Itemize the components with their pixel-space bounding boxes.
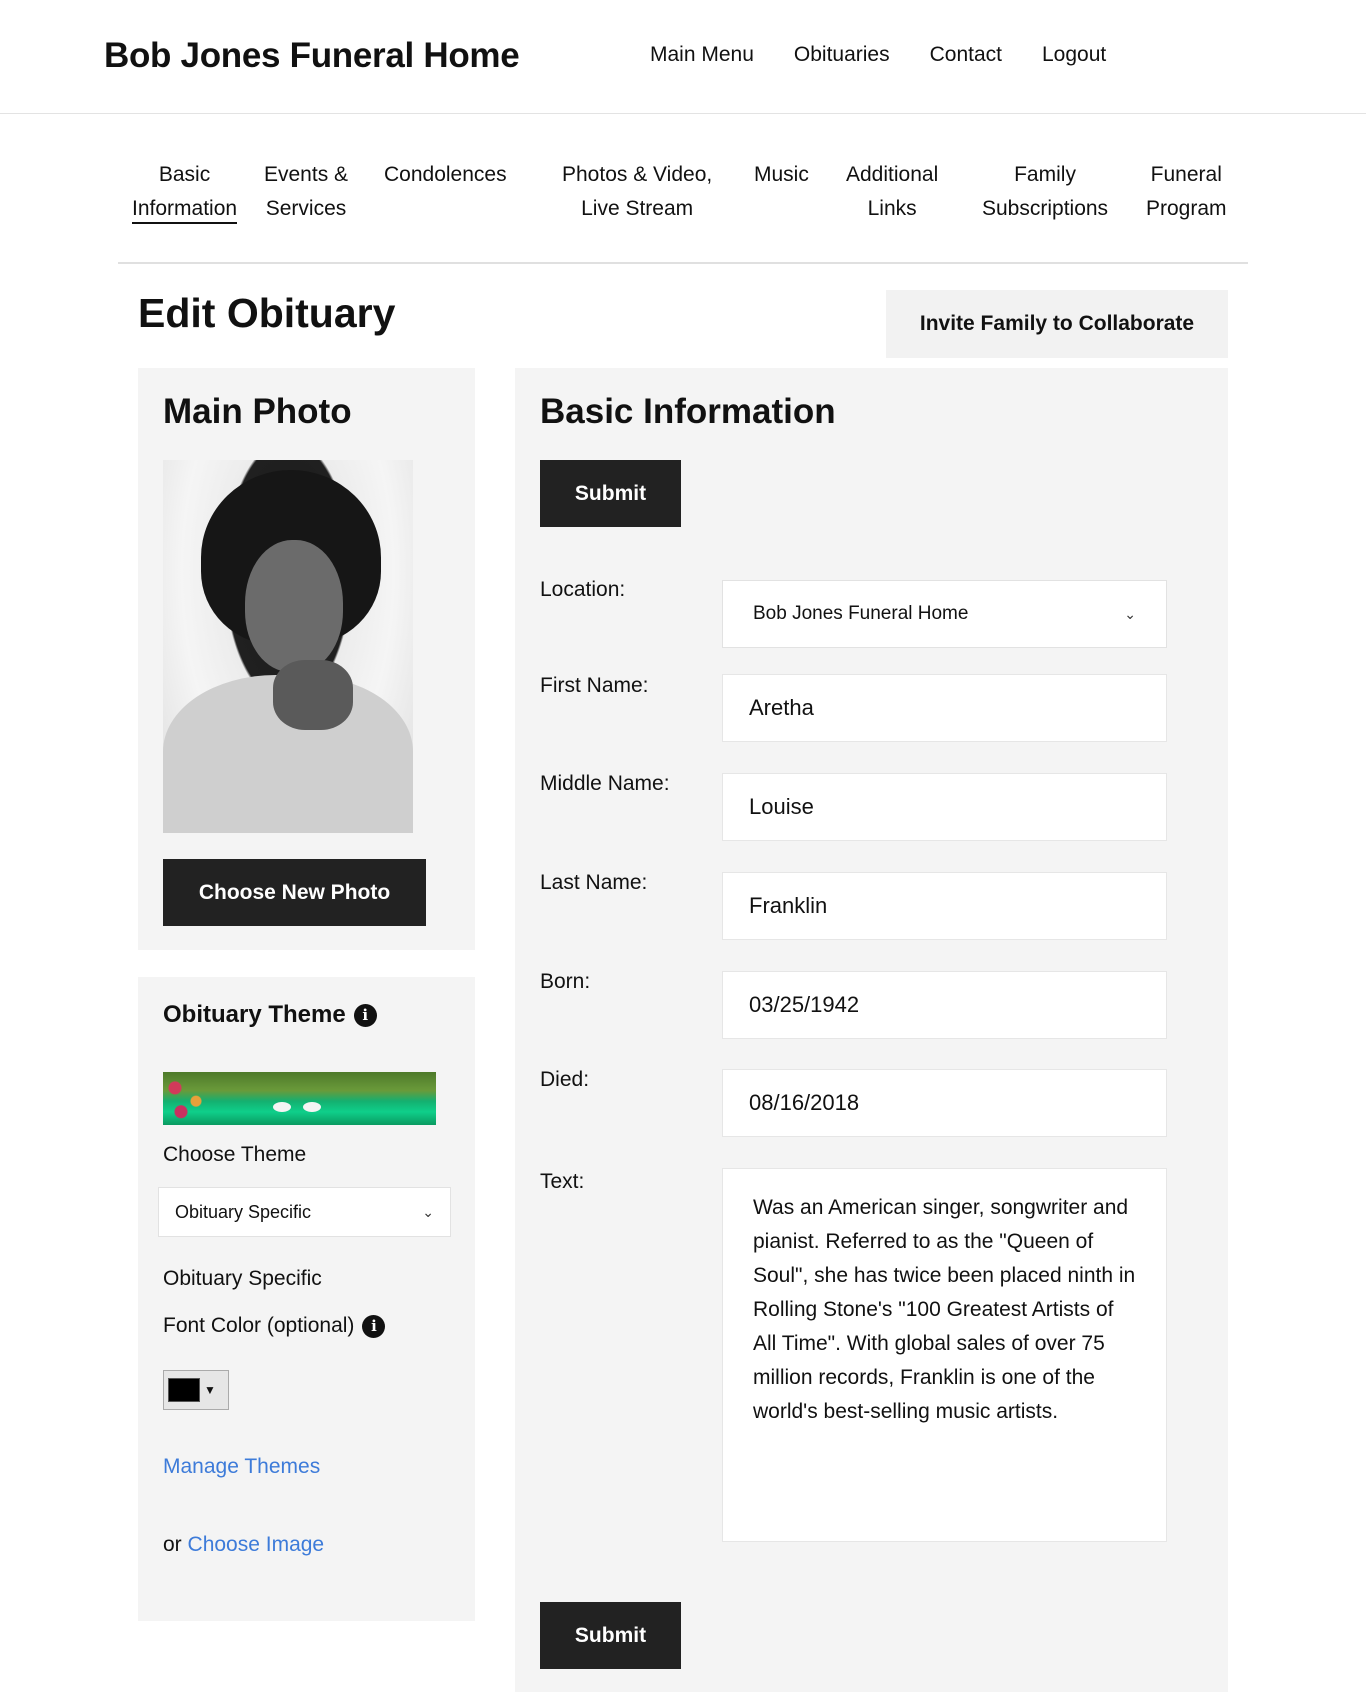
born-date-input[interactable] — [722, 971, 1167, 1039]
tab-label-line1: Condolences — [384, 163, 507, 186]
theme-preview-flowers — [163, 1072, 223, 1125]
choose-new-photo-button[interactable]: Choose New Photo — [163, 859, 426, 926]
tab-basic-information[interactable]: Basic Information — [132, 158, 238, 226]
location-label: Location: — [540, 578, 626, 601]
manage-themes-link[interactable]: Manage Themes — [163, 1455, 320, 1479]
tab-label-line1: Additional — [846, 163, 939, 186]
tab-label-line2: Subscriptions — [982, 197, 1109, 220]
basic-information-title: Basic Information — [540, 392, 836, 431]
first-name-input[interactable] — [722, 674, 1167, 742]
top-nav: Main Menu Obituaries Contact Logout — [650, 43, 1106, 67]
obituary-theme-title: Obituary Theme i — [163, 1001, 377, 1029]
or-choose-image-row: or Choose Image — [163, 1533, 324, 1557]
tab-label-line2: Live Stream — [581, 197, 694, 220]
invite-family-button[interactable]: Invite Family to Collaborate — [886, 290, 1228, 358]
info-icon[interactable]: i — [353, 1003, 377, 1027]
first-name-label: First Name: — [540, 674, 649, 697]
main-photo-image — [163, 460, 413, 833]
last-name-label: Last Name: — [540, 871, 648, 894]
tab-label-line2: Services — [265, 197, 347, 220]
tab-label-line1: Funeral — [1150, 163, 1222, 186]
submit-button-bottom[interactable]: Submit — [540, 1602, 681, 1669]
font-color-picker[interactable]: ▼ — [163, 1370, 229, 1410]
theme-title-text: Obituary Theme — [163, 1001, 346, 1028]
info-icon[interactable]: i — [362, 1314, 386, 1338]
tab-label-line1: Photos & Video, — [562, 163, 713, 186]
obituary-text-area[interactable]: Was an American singer, songwriter and p… — [722, 1168, 1167, 1542]
theme-select-value: Obituary Specific — [175, 1201, 312, 1222]
tab-photos-video[interactable]: Photos & Video, Live Stream — [562, 158, 712, 226]
nav-contact[interactable]: Contact — [930, 43, 1002, 67]
chevron-down-icon: ⌄ — [1124, 605, 1136, 622]
tab-label-line2: Information — [132, 197, 238, 224]
location-select[interactable]: Bob Jones Funeral Home ⌄ — [722, 580, 1167, 648]
page-title: Edit Obituary — [138, 290, 396, 336]
tab-condolences[interactable]: Condolences — [384, 158, 507, 192]
tab-label-line1: Events & — [264, 163, 349, 186]
died-label: Died: — [540, 1068, 590, 1091]
nav-obituaries[interactable]: Obituaries — [794, 43, 890, 67]
basic-information-panel: Basic Information Submit Location: Bob J… — [515, 368, 1228, 1692]
choose-theme-label: Choose Theme — [163, 1143, 307, 1166]
tab-label-line1: Music — [754, 163, 809, 186]
theme-preview-image — [163, 1072, 436, 1125]
died-date-input[interactable] — [722, 1069, 1167, 1137]
color-swatch — [168, 1378, 200, 1402]
main-photo-panel: Main Photo Choose New Photo — [138, 368, 475, 950]
photo-face-shape — [245, 540, 343, 672]
location-select-value: Bob Jones Funeral Home — [753, 603, 969, 624]
theme-select[interactable]: Obituary Specific ⌄ — [158, 1187, 451, 1237]
tab-label-line2: Program — [1146, 197, 1227, 220]
photo-hand-shape — [273, 660, 353, 730]
tab-additional-links[interactable]: Additional Links — [846, 158, 938, 226]
font-color-label: Font Color (optional) i — [163, 1314, 386, 1338]
tab-label-line1: Family — [1014, 163, 1076, 186]
text-label: Text: — [540, 1170, 585, 1193]
tab-music[interactable]: Music — [754, 158, 809, 192]
theme-preview-swan — [273, 1102, 291, 1112]
site-header: Bob Jones Funeral Home Main Menu Obituar… — [0, 0, 1366, 114]
choose-image-link[interactable]: Choose Image — [188, 1533, 325, 1556]
obituary-specific-label: Obituary Specific — [163, 1267, 322, 1290]
middle-name-input[interactable] — [722, 773, 1167, 841]
font-color-label-text: Font Color (optional) — [163, 1314, 355, 1337]
or-text: or — [163, 1533, 182, 1556]
nav-logout[interactable]: Logout — [1042, 43, 1106, 67]
obituary-tabs: Basic Information Events & Services Cond… — [118, 150, 1248, 264]
tab-family-subscriptions[interactable]: Family Subscriptions — [982, 158, 1108, 226]
theme-preview-swan — [303, 1102, 321, 1112]
tab-events-services[interactable]: Events & Services — [264, 158, 348, 226]
submit-button[interactable]: Submit — [540, 460, 681, 527]
caret-down-icon: ▼ — [204, 1383, 216, 1397]
chevron-down-icon: ⌄ — [422, 1203, 434, 1220]
main-photo-title: Main Photo — [163, 392, 352, 431]
tab-funeral-program[interactable]: Funeral Program — [1146, 158, 1227, 226]
brand-logo-text[interactable]: Bob Jones Funeral Home — [104, 36, 520, 76]
nav-main-menu[interactable]: Main Menu — [650, 43, 754, 67]
last-name-input[interactable] — [722, 872, 1167, 940]
middle-name-label: Middle Name: — [540, 772, 670, 795]
obituary-theme-panel: Obituary Theme i Choose Theme Obituary S… — [138, 977, 475, 1621]
born-label: Born: — [540, 970, 591, 993]
tab-label-line2: Links — [867, 197, 917, 220]
tab-label-line1: Basic — [158, 163, 211, 186]
